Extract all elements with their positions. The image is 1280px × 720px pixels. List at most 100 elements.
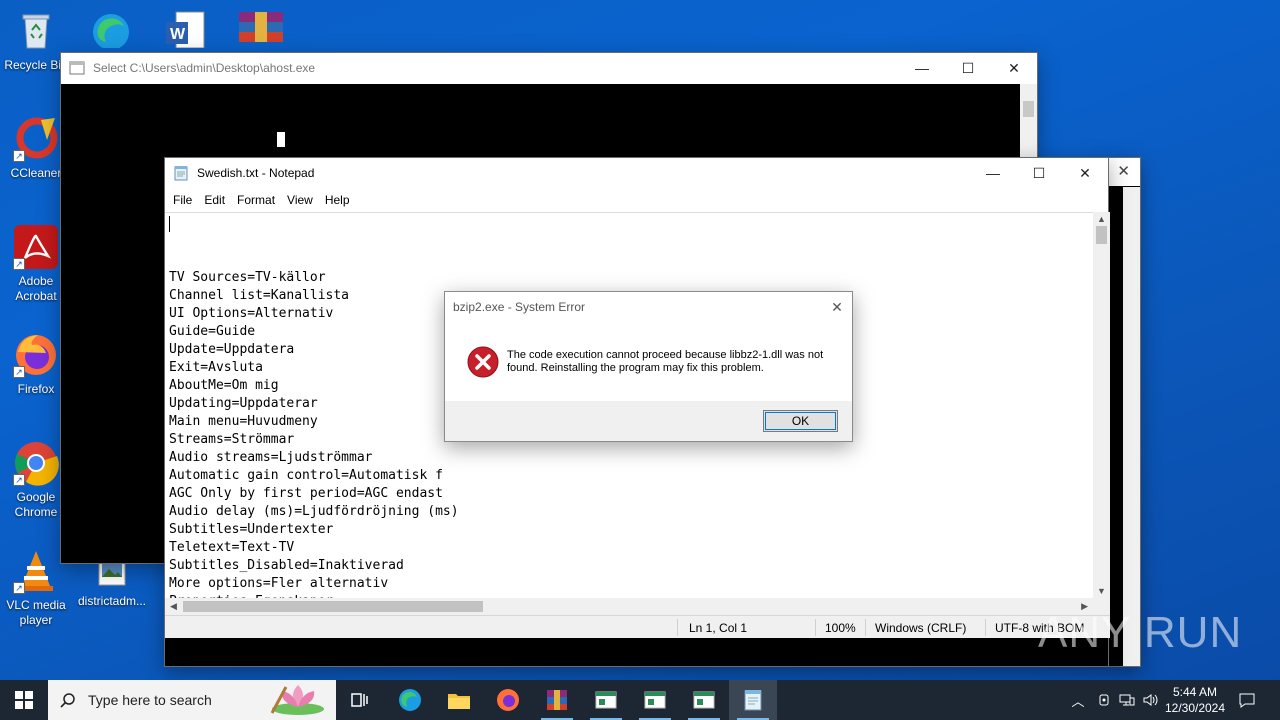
network-icon bbox=[1119, 694, 1135, 706]
app-window-icon bbox=[693, 691, 715, 709]
minimize-button[interactable]: — bbox=[899, 53, 945, 83]
taskbar: Type here to search ︿ 5:44 AM 12/30/2024 bbox=[0, 680, 1280, 720]
minimize-button[interactable]: — bbox=[970, 158, 1016, 188]
error-message: The code execution cannot proceed becaus… bbox=[507, 349, 824, 374]
console-cursor bbox=[277, 132, 285, 147]
clock-time: 5:44 AM bbox=[1172, 685, 1218, 699]
app-window-icon bbox=[644, 691, 666, 709]
notepad-app-icon bbox=[173, 165, 189, 181]
shortcut-arrow-icon: ↗ bbox=[13, 258, 25, 270]
firefox-icon: ↗ bbox=[13, 332, 59, 378]
task-view-icon bbox=[351, 693, 368, 707]
tray-device-icon[interactable] bbox=[1094, 680, 1114, 720]
dialog-titlebar[interactable]: bzip2.exe - System Error ✕ bbox=[445, 292, 852, 322]
shortcut-arrow-icon: ↗ bbox=[13, 150, 25, 162]
folder-icon bbox=[448, 694, 470, 709]
adobe-acrobat-icon: ↗ bbox=[13, 224, 59, 270]
svg-text:W: W bbox=[170, 26, 186, 43]
notepad-titlebar[interactable]: Swedish.txt - Notepad — ☐ ✕ bbox=[165, 158, 1108, 188]
vertical-scrollbar[interactable]: ▲ ▼ bbox=[1093, 212, 1110, 598]
taskbar-app-window-3[interactable] bbox=[680, 680, 728, 720]
edge-desktop-icon[interactable] bbox=[84, 6, 136, 50]
close-icon[interactable]: ✕ bbox=[1117, 163, 1130, 180]
tray-volume-icon[interactable] bbox=[1140, 680, 1162, 720]
maximize-button[interactable]: ☐ bbox=[1016, 158, 1062, 188]
text-line: More options=Fler alternativ bbox=[169, 576, 389, 591]
taskbar-app-window-2[interactable] bbox=[631, 680, 679, 720]
task-view-button[interactable] bbox=[336, 680, 384, 720]
shortcut-arrow-icon: ↗ bbox=[13, 474, 25, 486]
anyrun-watermark: ANY RUN bbox=[1038, 608, 1243, 657]
taskbar-winrar[interactable] bbox=[533, 680, 581, 720]
background-window-edge[interactable]: ✕ bbox=[1108, 157, 1141, 667]
dialog-title: bzip2.exe - System Error bbox=[453, 300, 586, 314]
text-line: Automatic gain control=Automatisk f bbox=[169, 468, 443, 483]
notepad-icon bbox=[744, 690, 762, 711]
status-cursor-position: Ln 1, Col 1 bbox=[689, 621, 748, 635]
text-line: Audio delay (ms)=Ljudfördröjning (ms) bbox=[169, 504, 459, 519]
console-visible-strip bbox=[165, 638, 1108, 666]
status-bar: Ln 1, Col 1 100% Windows (CRLF) UTF-8 wi… bbox=[165, 615, 1110, 638]
show-hidden-icons-button[interactable]: ︿ bbox=[1068, 680, 1088, 720]
menu-bar: File Edit Format View Help bbox=[165, 188, 1108, 212]
menu-format[interactable]: Format bbox=[231, 193, 281, 207]
close-button[interactable]: ✕ bbox=[1062, 158, 1108, 188]
winrar-icon bbox=[547, 690, 567, 710]
dialog-footer: OK bbox=[445, 401, 852, 441]
chevron-up-icon: ︿ bbox=[1071, 693, 1085, 709]
taskbar-edge[interactable] bbox=[386, 680, 434, 720]
app-window-icon bbox=[595, 691, 617, 709]
clock-date: 12/30/2024 bbox=[1164, 701, 1226, 715]
chrome-icon: ↗ bbox=[13, 440, 59, 486]
winrar-desktop-icon[interactable] bbox=[235, 6, 287, 48]
start-button[interactable] bbox=[0, 680, 48, 720]
firefox-icon bbox=[497, 689, 519, 711]
text-caret bbox=[169, 216, 170, 232]
scrollbar-thumb[interactable] bbox=[183, 601, 483, 612]
recycle-bin-icon bbox=[13, 8, 59, 54]
taskbar-app-window-1[interactable] bbox=[582, 680, 630, 720]
status-zoom: 100% bbox=[825, 621, 856, 635]
taskbar-notepad[interactable] bbox=[729, 680, 777, 720]
console-titlebar[interactable]: Select C:\Users\admin\Desktop\ahost.exe … bbox=[61, 53, 1037, 83]
background-window-scrollbar[interactable] bbox=[1123, 187, 1140, 666]
shortcut-arrow-icon: ↗ bbox=[13, 366, 25, 378]
taskbar-file-explorer[interactable] bbox=[435, 680, 483, 720]
console-app-icon bbox=[69, 60, 85, 76]
dialog-body: The code execution cannot proceed becaus… bbox=[445, 322, 852, 401]
tray-network-icon[interactable] bbox=[1116, 680, 1138, 720]
console-title: Select C:\Users\admin\Desktop\ahost.exe bbox=[93, 61, 316, 75]
maximize-button[interactable]: ☐ bbox=[945, 53, 991, 83]
horizontal-scrollbar[interactable]: ◀ ▶ bbox=[165, 598, 1093, 615]
word-desktop-icon[interactable]: W bbox=[162, 6, 214, 49]
scroll-left-icon[interactable]: ◀ bbox=[170, 598, 177, 615]
text-line: AGC Only by first period=AGC endast bbox=[169, 486, 443, 501]
menu-edit[interactable]: Edit bbox=[198, 193, 231, 207]
text-line: Subtitles=Undertexter bbox=[169, 522, 334, 537]
error-icon bbox=[467, 346, 499, 378]
system-error-dialog[interactable]: bzip2.exe - System Error ✕ The code exec… bbox=[444, 291, 853, 442]
close-button[interactable]: ✕ bbox=[991, 53, 1037, 83]
shortcut-arrow-icon: ↗ bbox=[13, 582, 25, 594]
menu-view[interactable]: View bbox=[281, 193, 319, 207]
search-icon bbox=[60, 693, 75, 708]
system-clock[interactable]: 5:44 AM 12/30/2024 bbox=[1160, 684, 1230, 716]
ccleaner-icon: ↗ bbox=[13, 116, 59, 162]
taskbar-firefox[interactable] bbox=[484, 680, 532, 720]
scroll-up-icon[interactable]: ▲ bbox=[1093, 214, 1110, 224]
text-line: Audio streams=Ljudströmmar bbox=[169, 450, 373, 465]
scrollbar-thumb[interactable] bbox=[1096, 226, 1107, 244]
edge-icon bbox=[399, 689, 421, 711]
menu-file[interactable]: File bbox=[167, 193, 198, 207]
scroll-down-icon[interactable]: ▼ bbox=[1093, 586, 1110, 596]
text-line: Subtitles_Disabled=Inaktiverad bbox=[169, 558, 404, 573]
menu-help[interactable]: Help bbox=[319, 193, 356, 207]
ok-button[interactable]: OK bbox=[763, 410, 838, 432]
notifications-button[interactable] bbox=[1236, 680, 1258, 720]
windows-logo-icon bbox=[15, 691, 33, 709]
search-box[interactable]: Type here to search bbox=[48, 680, 336, 720]
desktop-icon-label: districtadm... bbox=[77, 594, 146, 608]
scrollbar-thumb[interactable] bbox=[1023, 101, 1034, 117]
desktop-icon-label: VLC media player bbox=[6, 598, 66, 627]
close-button[interactable]: ✕ bbox=[822, 292, 852, 322]
